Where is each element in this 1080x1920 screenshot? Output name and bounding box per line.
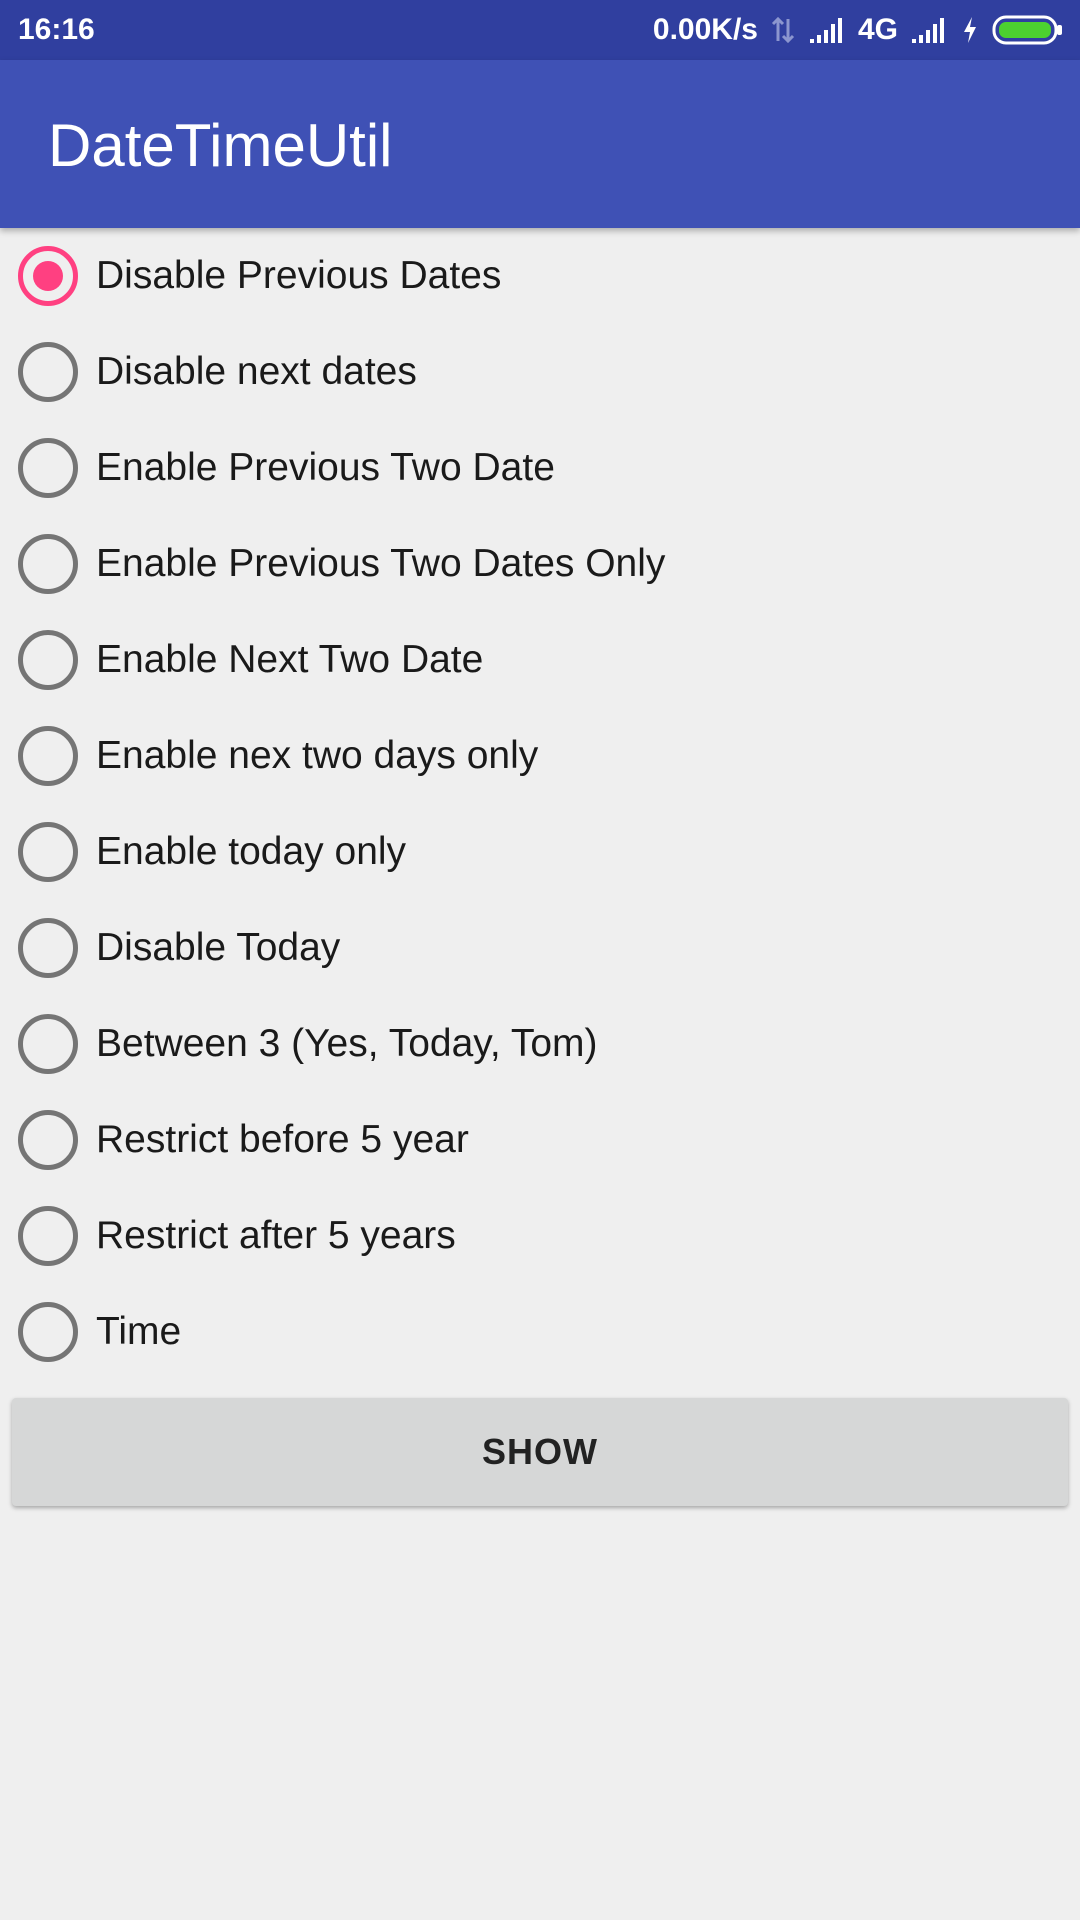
radio-button-unchecked[interactable] — [18, 1014, 78, 1074]
net-speed: 0.00K/s — [652, 13, 758, 46]
radio-button-unchecked[interactable] — [18, 726, 78, 786]
radio-option[interactable]: Enable today only — [0, 804, 1080, 900]
radio-option[interactable]: Disable Previous Dates — [0, 228, 1080, 324]
radio-option-label: Disable Today — [96, 926, 341, 969]
radio-option-label: Enable Previous Two Date — [96, 446, 555, 489]
radio-button-unchecked[interactable] — [18, 438, 78, 498]
radio-option[interactable]: Enable Previous Two Dates Only — [0, 516, 1080, 612]
radio-option-label: Disable next dates — [96, 350, 417, 393]
radio-option[interactable]: Restrict after 5 years — [0, 1188, 1080, 1284]
signal-icon — [910, 15, 948, 45]
radio-option[interactable]: Disable Today — [0, 900, 1080, 996]
radio-option-label: Enable Previous Two Dates Only — [96, 542, 666, 585]
radio-option-label: Enable Next Two Date — [96, 638, 484, 681]
app-title: DateTimeUtil — [48, 112, 393, 179]
radio-option-label: Enable nex two days only — [96, 734, 539, 777]
radio-option[interactable]: Time — [0, 1284, 1080, 1380]
app-bar: DateTimeUtil — [0, 60, 1080, 228]
status-time: 16:16 — [18, 13, 95, 46]
status-bar: 16:16 0.00K/s 4G — [0, 0, 1080, 60]
battery-icon — [992, 14, 1064, 46]
radio-option-label: Restrict before 5 year — [96, 1118, 469, 1161]
radio-option[interactable]: Disable next dates — [0, 324, 1080, 420]
signal-icon — [808, 15, 846, 45]
status-icons: 0.00K/s 4G — [653, 10, 1064, 50]
radio-option[interactable]: Enable nex two days only — [0, 708, 1080, 804]
radio-option[interactable]: Enable Previous Two Date — [0, 420, 1080, 516]
radio-option[interactable]: Between 3 (Yes, Today, Tom) — [0, 996, 1080, 1092]
radio-button-unchecked[interactable] — [18, 1302, 78, 1362]
radio-selected-dot — [33, 261, 63, 291]
radio-group: Disable Previous Dates Disable next dates… — [0, 228, 1080, 1380]
radio-button-unchecked[interactable] — [18, 1206, 78, 1266]
radio-option[interactable]: Restrict before 5 year — [0, 1092, 1080, 1188]
charging-icon — [960, 15, 980, 45]
radio-button-unchecked[interactable] — [18, 630, 78, 690]
radio-button-unchecked[interactable] — [18, 342, 78, 402]
show-button[interactable]: SHOW — [12, 1398, 1068, 1506]
radio-button-unchecked[interactable] — [18, 534, 78, 594]
network-type: 4G — [857, 13, 898, 46]
radio-button-unchecked[interactable] — [18, 918, 78, 978]
radio-button-unchecked[interactable] — [18, 822, 78, 882]
data-transfer-icon — [770, 15, 796, 45]
radio-option[interactable]: Enable Next Two Date — [0, 612, 1080, 708]
radio-option-label: Enable today only — [96, 830, 407, 873]
radio-option-label: Restrict after 5 years — [96, 1214, 456, 1257]
radio-button-checked[interactable] — [18, 246, 78, 306]
radio-option-label: Disable Previous Dates — [96, 254, 502, 297]
radio-option-label: Time — [96, 1310, 182, 1353]
radio-button-unchecked[interactable] — [18, 1110, 78, 1170]
radio-option-label: Between 3 (Yes, Today, Tom) — [96, 1022, 598, 1065]
